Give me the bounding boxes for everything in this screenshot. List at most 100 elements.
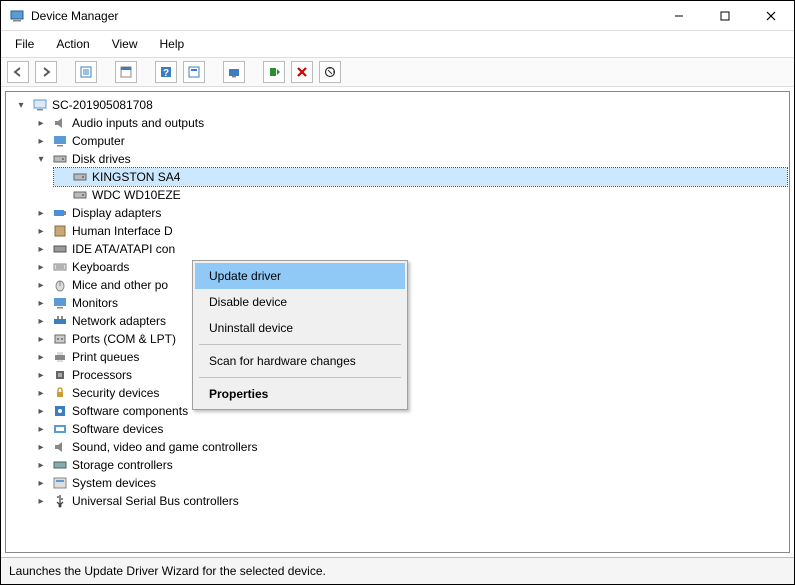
category-computer[interactable]: ▸ Computer: [34, 132, 787, 150]
chevron-right-icon[interactable]: ▸: [34, 368, 48, 382]
category-display[interactable]: ▸ Display adapters: [34, 204, 787, 222]
chevron-right-icon[interactable]: ▸: [34, 458, 48, 472]
chevron-right-icon[interactable]: ▸: [34, 440, 48, 454]
mouse-icon: [52, 277, 68, 293]
category-system[interactable]: ▸ System devices: [34, 474, 787, 492]
help-button[interactable]: ?: [155, 61, 177, 83]
detail-button[interactable]: [75, 61, 97, 83]
category-monitors[interactable]: ▸ Monitors: [34, 294, 787, 312]
root-node[interactable]: ▾ SC-201905081708: [14, 96, 787, 114]
scan-hardware-button[interactable]: [319, 61, 341, 83]
device-wdc[interactable]: WDC WD10EZE: [54, 186, 787, 204]
display-adapter-icon: [52, 205, 68, 221]
chevron-right-icon[interactable]: ▸: [34, 278, 48, 292]
hid-icon: [52, 223, 68, 239]
chevron-right-icon[interactable]: ▸: [34, 296, 48, 310]
category-software-components[interactable]: ▸ Software components: [34, 402, 787, 420]
category-storage[interactable]: ▸ Storage controllers: [34, 456, 787, 474]
root-label: SC-201905081708: [52, 98, 153, 112]
uninstall-device-button[interactable]: [291, 61, 313, 83]
category-disk-drives[interactable]: ▾ Disk drives: [34, 150, 787, 168]
category-mice[interactable]: ▸ Mice and other po: [34, 276, 787, 294]
maximize-button[interactable]: [702, 1, 748, 31]
category-ports[interactable]: ▸ Ports (COM & LPT): [34, 330, 787, 348]
menu-bar: File Action View Help: [1, 31, 794, 58]
chevron-right-icon[interactable]: ▸: [34, 422, 48, 436]
chevron-right-icon[interactable]: ▸: [34, 206, 48, 220]
category-label: Display adapters: [72, 206, 161, 220]
properties-button[interactable]: [115, 61, 137, 83]
chevron-right-icon[interactable]: ▸: [34, 116, 48, 130]
minimize-button[interactable]: [656, 1, 702, 31]
status-text: Launches the Update Driver Wizard for th…: [9, 564, 326, 578]
category-ide[interactable]: ▸ IDE ATA/ATAPI con: [34, 240, 787, 258]
toolbar: ?: [1, 58, 794, 87]
context-update-driver[interactable]: Update driver: [195, 263, 405, 289]
category-label: Mice and other po: [72, 278, 168, 292]
category-label: Monitors: [72, 296, 118, 310]
chevron-right-icon[interactable]: ▸: [34, 350, 48, 364]
context-properties[interactable]: Properties: [195, 381, 405, 407]
category-security[interactable]: ▸ Security devices: [34, 384, 787, 402]
back-button[interactable]: [7, 61, 29, 83]
context-menu: Update driver Disable device Uninstall d…: [192, 260, 408, 410]
category-label: Processors: [72, 368, 132, 382]
category-keyboards[interactable]: ▸ Keyboards: [34, 258, 787, 276]
chevron-right-icon[interactable]: ▸: [34, 332, 48, 346]
category-software-devices[interactable]: ▸ Software devices: [34, 420, 787, 438]
chevron-right-icon[interactable]: ▸: [34, 224, 48, 238]
printer-icon: [52, 349, 68, 365]
show-hidden-button[interactable]: [223, 61, 245, 83]
usb-icon: [52, 493, 68, 509]
chevron-right-icon[interactable]: ▸: [34, 404, 48, 418]
device-kingston[interactable]: KINGSTON SA4: [54, 168, 787, 186]
chevron-right-icon[interactable]: ▸: [34, 494, 48, 508]
category-hid[interactable]: ▸ Human Interface D: [34, 222, 787, 240]
category-print[interactable]: ▸ Print queues: [34, 348, 787, 366]
chevron-right-icon[interactable]: ▸: [34, 134, 48, 148]
monitor-icon: [52, 133, 68, 149]
context-separator: [199, 344, 401, 345]
context-scan-hardware[interactable]: Scan for hardware changes: [195, 348, 405, 374]
context-disable-device[interactable]: Disable device: [195, 289, 405, 315]
lock-icon: [52, 385, 68, 401]
update-driver-button[interactable]: [263, 61, 285, 83]
chevron-right-icon[interactable]: ▸: [34, 260, 48, 274]
category-audio[interactable]: ▸ Audio inputs and outputs: [34, 114, 787, 132]
window-title: Device Manager: [31, 9, 118, 23]
ide-icon: [52, 241, 68, 257]
category-label: Storage controllers: [72, 458, 173, 472]
device-label: KINGSTON SA4: [92, 170, 180, 184]
forward-button[interactable]: [35, 61, 57, 83]
device-label: WDC WD10EZE: [92, 188, 181, 202]
menu-file[interactable]: File: [11, 35, 38, 53]
close-button[interactable]: [748, 1, 794, 31]
device-tree-panel: ▾ SC-201905081708 ▸ Audio inputs and out…: [5, 91, 790, 553]
chevron-right-icon[interactable]: ▸: [34, 314, 48, 328]
menu-help[interactable]: Help: [156, 35, 189, 53]
category-label: Computer: [72, 134, 125, 148]
menu-action[interactable]: Action: [52, 35, 93, 53]
category-network[interactable]: ▸ Network adapters: [34, 312, 787, 330]
chevron-down-icon[interactable]: ▾: [14, 98, 28, 112]
keyboard-icon: [52, 259, 68, 275]
computer-icon: [32, 97, 48, 113]
category-label: Disk drives: [72, 152, 131, 166]
category-label: System devices: [72, 476, 156, 490]
context-uninstall-device[interactable]: Uninstall device: [195, 315, 405, 341]
category-label: Print queues: [72, 350, 139, 364]
category-processors[interactable]: ▸ Processors: [34, 366, 787, 384]
network-icon: [52, 313, 68, 329]
chevron-right-icon[interactable]: ▸: [34, 386, 48, 400]
menu-view[interactable]: View: [108, 35, 142, 53]
system-icon: [52, 475, 68, 491]
speaker-icon: [52, 439, 68, 455]
status-bar: Launches the Update Driver Wizard for th…: [1, 557, 794, 584]
chevron-right-icon[interactable]: ▸: [34, 242, 48, 256]
chevron-down-icon[interactable]: ▾: [34, 152, 48, 166]
disk-icon: [52, 151, 68, 167]
search-button[interactable]: [183, 61, 205, 83]
category-usb[interactable]: ▸ Universal Serial Bus controllers: [34, 492, 787, 510]
chevron-right-icon[interactable]: ▸: [34, 476, 48, 490]
category-sound[interactable]: ▸ Sound, video and game controllers: [34, 438, 787, 456]
